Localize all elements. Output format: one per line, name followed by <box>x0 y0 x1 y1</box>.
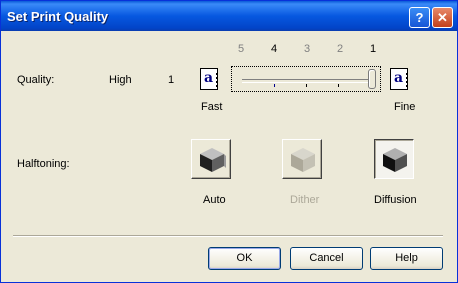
slider-tick <box>338 84 339 87</box>
fine-quality-icon: a <box>390 68 408 90</box>
help-title-button[interactable]: ? <box>409 7 430 28</box>
close-button[interactable]: ✕ <box>432 7 453 28</box>
diffusion-halftone-button[interactable] <box>374 139 414 179</box>
auto-label: Auto <box>203 194 226 206</box>
quality-slider[interactable] <box>231 66 381 92</box>
slider-thumb[interactable] <box>368 69 376 89</box>
scale-label-5: 5 <box>238 43 245 55</box>
dither-label: Dither <box>290 194 320 206</box>
separator-line <box>13 235 443 237</box>
scale-label-2: 2 <box>337 43 344 55</box>
diffusion-cube-icon <box>383 148 407 172</box>
fast-label: Fast <box>201 101 223 113</box>
ok-button[interactable]: OK <box>208 247 281 270</box>
dither-cube-icon <box>291 148 315 172</box>
halftoning-label: Halftoning: <box>17 158 70 170</box>
dialog-title: Set Print Quality <box>7 9 109 24</box>
diffusion-label: Diffusion <box>374 194 417 206</box>
title-bar[interactable]: Set Print Quality ? ✕ <box>1 1 457 31</box>
auto-halftone-button[interactable] <box>191 139 231 179</box>
quality-label: Quality: <box>17 74 55 86</box>
slider-track <box>242 79 370 87</box>
set-print-quality-dialog: Set Print Quality ? ✕ 5 4 3 2 1 Quality:… <box>0 0 458 283</box>
slider-tick <box>306 84 307 87</box>
auto-cube-icon <box>200 148 226 172</box>
cancel-button[interactable]: Cancel <box>290 247 363 270</box>
quality-level-name: High <box>109 74 132 86</box>
scale-label-3: 3 <box>304 43 311 55</box>
scale-label-1: 1 <box>370 43 377 55</box>
dither-halftone-button[interactable] <box>282 139 322 179</box>
slider-tick <box>274 84 275 87</box>
scale-label-4: 4 <box>271 43 278 55</box>
fast-quality-icon: a <box>200 68 218 90</box>
fine-label: Fine <box>394 101 416 113</box>
quality-level-number: 1 <box>168 74 175 86</box>
help-button[interactable]: Help <box>370 247 443 270</box>
